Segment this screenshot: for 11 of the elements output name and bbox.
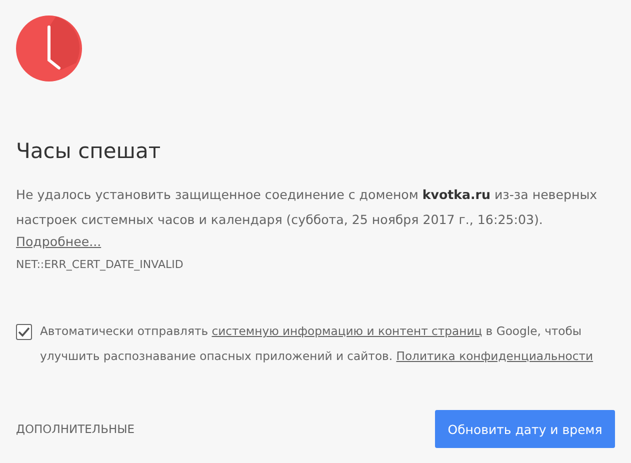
clock-icon xyxy=(16,15,82,82)
update-date-time-button[interactable]: Обновить дату и время xyxy=(435,410,615,448)
checkbox[interactable] xyxy=(16,324,32,340)
details-link[interactable]: Подробнее... xyxy=(16,232,102,252)
report-consent-text: Автоматически отправлять системную информацию и контент страниц в Google, чтобы улучшить распознавание опасных приложений и сайтов. Политика конфиденциальности xyxy=(40,323,594,365)
page-title: Часы спешат xyxy=(16,138,162,165)
advanced-button[interactable]: ДОПОЛНИТЕЛЬНЫЕ xyxy=(16,422,135,436)
error-code: NET::ERR_CERT_DATE_INVALID xyxy=(16,258,184,271)
error-message: Не удалось установить защищенное соединение с доменом kvotka.ru из-за неверных настроек системных часов и календаря (суббота, 25 ноября 2017 г., 16:25:03). xyxy=(16,186,598,229)
consent-link[interactable]: системную информацию и контент страниц xyxy=(212,324,482,338)
consent-link[interactable]: Политика конфиденциальности xyxy=(396,349,594,363)
